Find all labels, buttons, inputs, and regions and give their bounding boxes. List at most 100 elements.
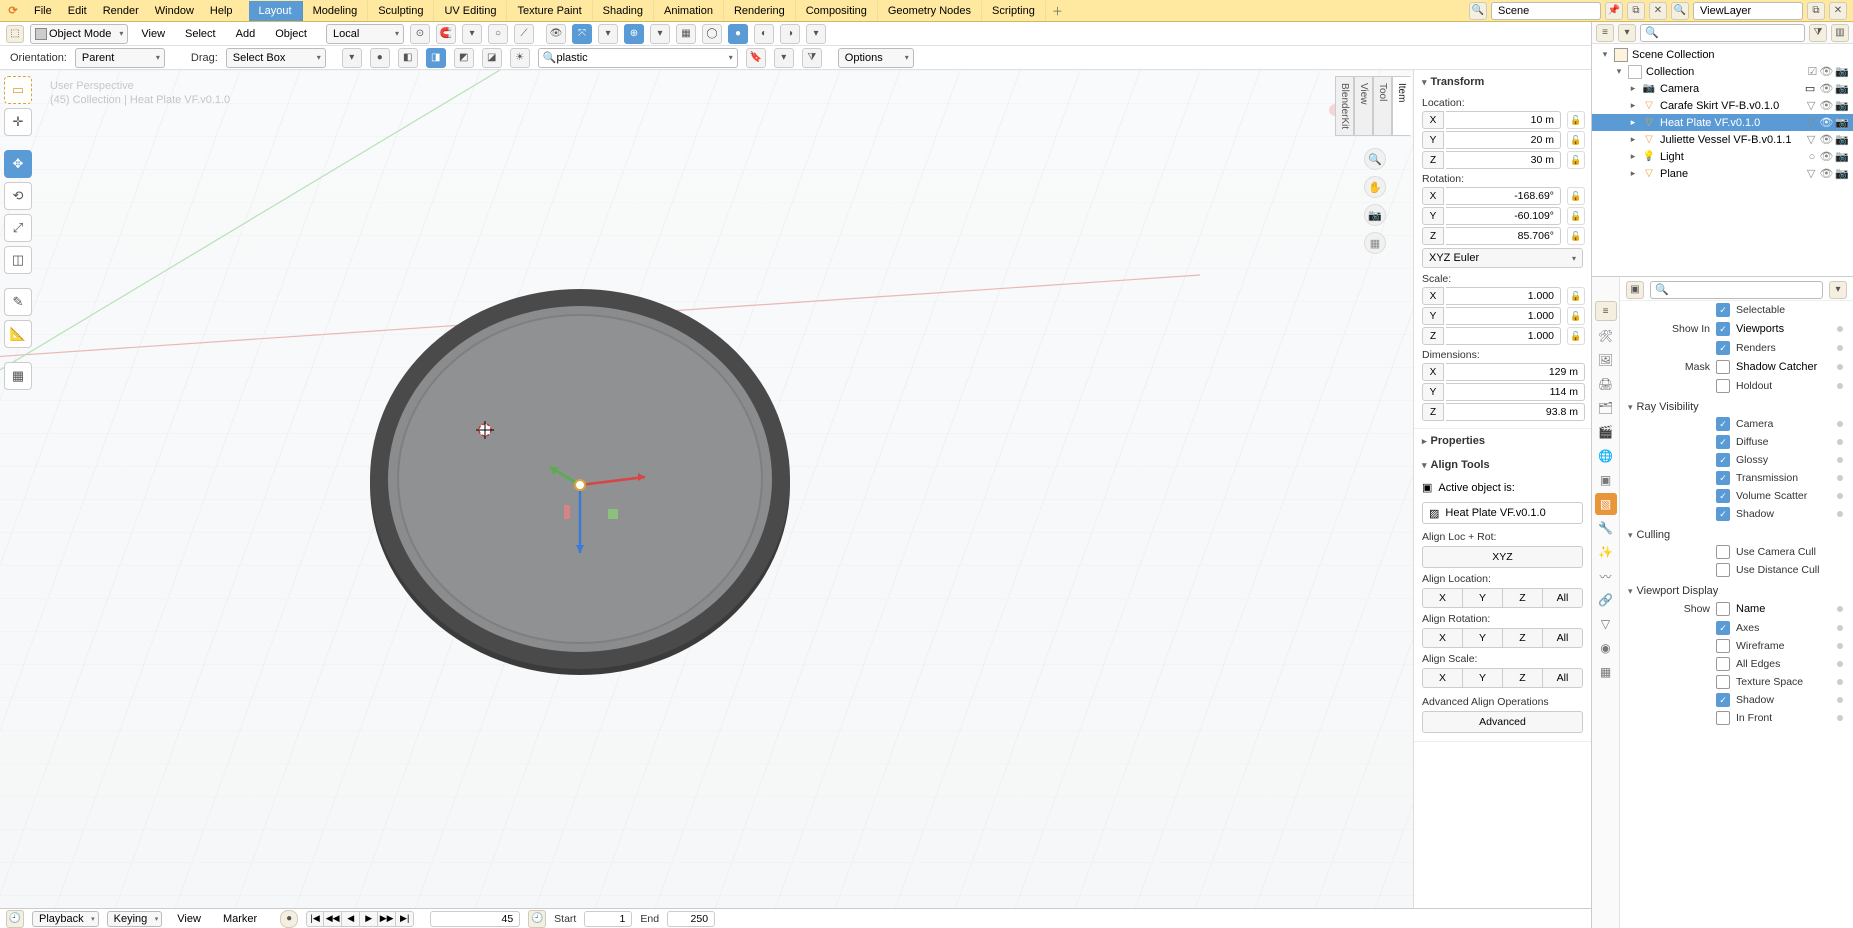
tool-cursor[interactable]: ✛ bbox=[4, 108, 32, 136]
eye-icon[interactable]: 👁 bbox=[1819, 150, 1833, 163]
chk-distance-cull[interactable] bbox=[1716, 563, 1730, 577]
play-button[interactable]: ▶ bbox=[360, 911, 378, 927]
eye-icon[interactable]: 👁 bbox=[1819, 133, 1833, 146]
props-options-icon[interactable]: ▾ bbox=[1829, 281, 1847, 299]
outliner-item[interactable]: ▸📷Camera▭👁📷 bbox=[1592, 80, 1853, 97]
next-key-button[interactable]: ▶▶ bbox=[378, 911, 396, 927]
tool-annotate[interactable]: ✎ bbox=[4, 288, 32, 316]
chk-ray-shadow[interactable] bbox=[1716, 507, 1730, 521]
props-breadcrumb-icon[interactable]: ▣ bbox=[1626, 281, 1644, 299]
chk-viewports[interactable] bbox=[1716, 322, 1730, 336]
loc-z-axis[interactable]: Z bbox=[1422, 151, 1444, 169]
workspace-tab-texture-paint[interactable]: Texture Paint bbox=[507, 1, 592, 21]
active-object-field[interactable]: ▨Heat Plate VF.v0.1.0 bbox=[1422, 502, 1583, 524]
tool-rotate[interactable]: ⟲ bbox=[4, 182, 32, 210]
npanel-tab-tool[interactable]: Tool bbox=[1373, 76, 1392, 136]
render-icon[interactable]: 📷 bbox=[1835, 65, 1849, 78]
scale-z-field[interactable]: 1.000 bbox=[1446, 327, 1561, 345]
props-tab-texture[interactable]: ▦ bbox=[1595, 661, 1617, 683]
scale-z-axis[interactable]: Z bbox=[1422, 327, 1444, 345]
scale-x-axis[interactable]: X bbox=[1422, 287, 1444, 305]
exclude-checkbox-icon[interactable]: ☑ bbox=[1807, 65, 1817, 78]
render-icon[interactable]: 📷 bbox=[1835, 150, 1849, 163]
outliner-item[interactable]: ▸▽Juliette Vessel VF-B.v0.1.1▽👁📷 bbox=[1592, 131, 1853, 148]
chk-holdout[interactable] bbox=[1716, 379, 1730, 393]
culling-header[interactable]: Culling bbox=[1620, 523, 1853, 543]
scene-copy-icon[interactable]: ⧉ bbox=[1627, 2, 1645, 20]
props-tab-collection[interactable]: ▣ bbox=[1595, 469, 1617, 491]
workspace-tab-animation[interactable]: Animation bbox=[654, 1, 724, 21]
dim-x-field[interactable]: 129 m bbox=[1446, 363, 1585, 381]
props-tab-output[interactable]: 🖨 bbox=[1595, 373, 1617, 395]
props-tab-physics[interactable]: 〰 bbox=[1595, 565, 1617, 587]
jump-start-button[interactable]: |◀ bbox=[306, 911, 324, 927]
workspace-tab-compositing[interactable]: Compositing bbox=[796, 1, 878, 21]
properties-panel-header[interactable]: Properties bbox=[1414, 429, 1591, 453]
props-tab-modifier[interactable]: 🔧 bbox=[1595, 517, 1617, 539]
asset-search[interactable]: 🔍 ▾ bbox=[538, 48, 738, 68]
align-loc-z[interactable]: Z bbox=[1502, 588, 1542, 608]
visibility-eye-icon[interactable]: 👁 bbox=[546, 24, 566, 44]
outliner-tree[interactable]: ▾Scene Collection▾Collection☑👁📷▸📷Camera▭… bbox=[1592, 44, 1853, 276]
playback-menu[interactable]: Playback▾ bbox=[32, 911, 99, 927]
chk-vp-shadow[interactable] bbox=[1716, 693, 1730, 707]
scene-browse-icon[interactable]: 🔍 bbox=[1469, 2, 1487, 20]
eye-icon[interactable]: 👁 bbox=[1819, 167, 1833, 180]
menu-window[interactable]: Window bbox=[147, 1, 202, 21]
gizmo-toggle-icon[interactable]: ⤧ bbox=[572, 24, 592, 44]
outliner-display-mode-icon[interactable]: ≡ bbox=[1596, 24, 1614, 42]
menu-render[interactable]: Render bbox=[95, 1, 147, 21]
chk-vp-texture-space[interactable] bbox=[1716, 675, 1730, 689]
loc-z-field[interactable]: 30 m bbox=[1446, 151, 1561, 169]
rot-y-lock-icon[interactable]: 🔓 bbox=[1567, 207, 1585, 225]
orientation-dropdown[interactable]: Parent▾ bbox=[75, 48, 165, 68]
menu-file[interactable]: File bbox=[26, 1, 60, 21]
rot-x-field[interactable]: -168.69° bbox=[1446, 187, 1561, 205]
eye-icon[interactable]: 👁 bbox=[1819, 99, 1833, 112]
viewport-display-header[interactable]: Viewport Display bbox=[1620, 579, 1853, 599]
render-icon[interactable]: 📷 bbox=[1835, 167, 1849, 180]
chk-ray-volume-scatter[interactable] bbox=[1716, 489, 1730, 503]
dim-x-axis[interactable]: X bbox=[1422, 363, 1444, 381]
scale-x-field[interactable]: 1.000 bbox=[1446, 287, 1561, 305]
dim-z-field[interactable]: 93.8 m bbox=[1446, 403, 1585, 421]
timeline-marker-menu[interactable]: Marker bbox=[216, 909, 264, 928]
editor-type-icon[interactable]: ⬚ bbox=[6, 25, 24, 43]
loc-y-field[interactable]: 20 m bbox=[1446, 131, 1561, 149]
3d-viewport[interactable]: ▭ ✛ ✥ ⟲ ⤢ ◫ ✎ 📐 ▦ User Perspective (45) … bbox=[0, 70, 1591, 908]
outliner-new-collection-icon[interactable]: ▥ bbox=[1831, 24, 1849, 42]
loc-y-lock-icon[interactable]: 🔓 bbox=[1567, 131, 1585, 149]
npanel-tab-blenderkit[interactable]: BlenderKit bbox=[1335, 76, 1354, 136]
rot-z-axis[interactable]: Z bbox=[1422, 227, 1444, 245]
workspace-tab-layout[interactable]: Layout bbox=[249, 1, 303, 21]
props-tab-world[interactable]: 🌐 bbox=[1595, 445, 1617, 467]
rot-y-field[interactable]: -60.109° bbox=[1446, 207, 1561, 225]
props-tab-particle[interactable]: ✨ bbox=[1595, 541, 1617, 563]
outliner-item[interactable]: ▸💡Light○👁📷 bbox=[1592, 148, 1853, 165]
snap-options-icon[interactable]: ▾ bbox=[462, 24, 482, 44]
chk-vp-name[interactable] bbox=[1716, 602, 1730, 616]
shading-matprev-icon[interactable]: ◐ bbox=[754, 24, 774, 44]
render-icon[interactable]: 📷 bbox=[1835, 99, 1849, 112]
align-scl-x[interactable]: X bbox=[1422, 668, 1462, 688]
viewlayer-copy-icon[interactable]: ⧉ bbox=[1807, 2, 1825, 20]
props-tab-data[interactable]: ▽ bbox=[1595, 613, 1617, 635]
align-loc-y[interactable]: Y bbox=[1462, 588, 1502, 608]
jump-end-button[interactable]: ▶| bbox=[396, 911, 414, 927]
gizmo-options-icon[interactable]: ▾ bbox=[598, 24, 618, 44]
outliner-view-icon[interactable]: ▾ bbox=[1618, 24, 1636, 42]
rot-z-field[interactable]: 85.706° bbox=[1446, 227, 1561, 245]
transform-panel-header[interactable]: Transform bbox=[1414, 70, 1591, 94]
rot-y-axis[interactable]: Y bbox=[1422, 207, 1444, 225]
proportional-falloff-icon[interactable]: ⟋ bbox=[514, 24, 534, 44]
align-loc-x[interactable]: X bbox=[1422, 588, 1462, 608]
dim-z-axis[interactable]: Z bbox=[1422, 403, 1444, 421]
align-rot-y[interactable]: Y bbox=[1462, 628, 1502, 648]
filter-chevron-icon[interactable]: ▾ bbox=[774, 48, 794, 68]
rot-x-lock-icon[interactable]: 🔓 bbox=[1567, 187, 1585, 205]
chk-selectable[interactable] bbox=[1716, 303, 1730, 317]
start-frame-field[interactable]: 1 bbox=[584, 911, 632, 927]
viewlayer-name-field[interactable]: ViewLayer bbox=[1693, 2, 1803, 20]
chk-renders[interactable] bbox=[1716, 341, 1730, 355]
toolopt-shape3-icon[interactable]: ◩ bbox=[454, 48, 474, 68]
